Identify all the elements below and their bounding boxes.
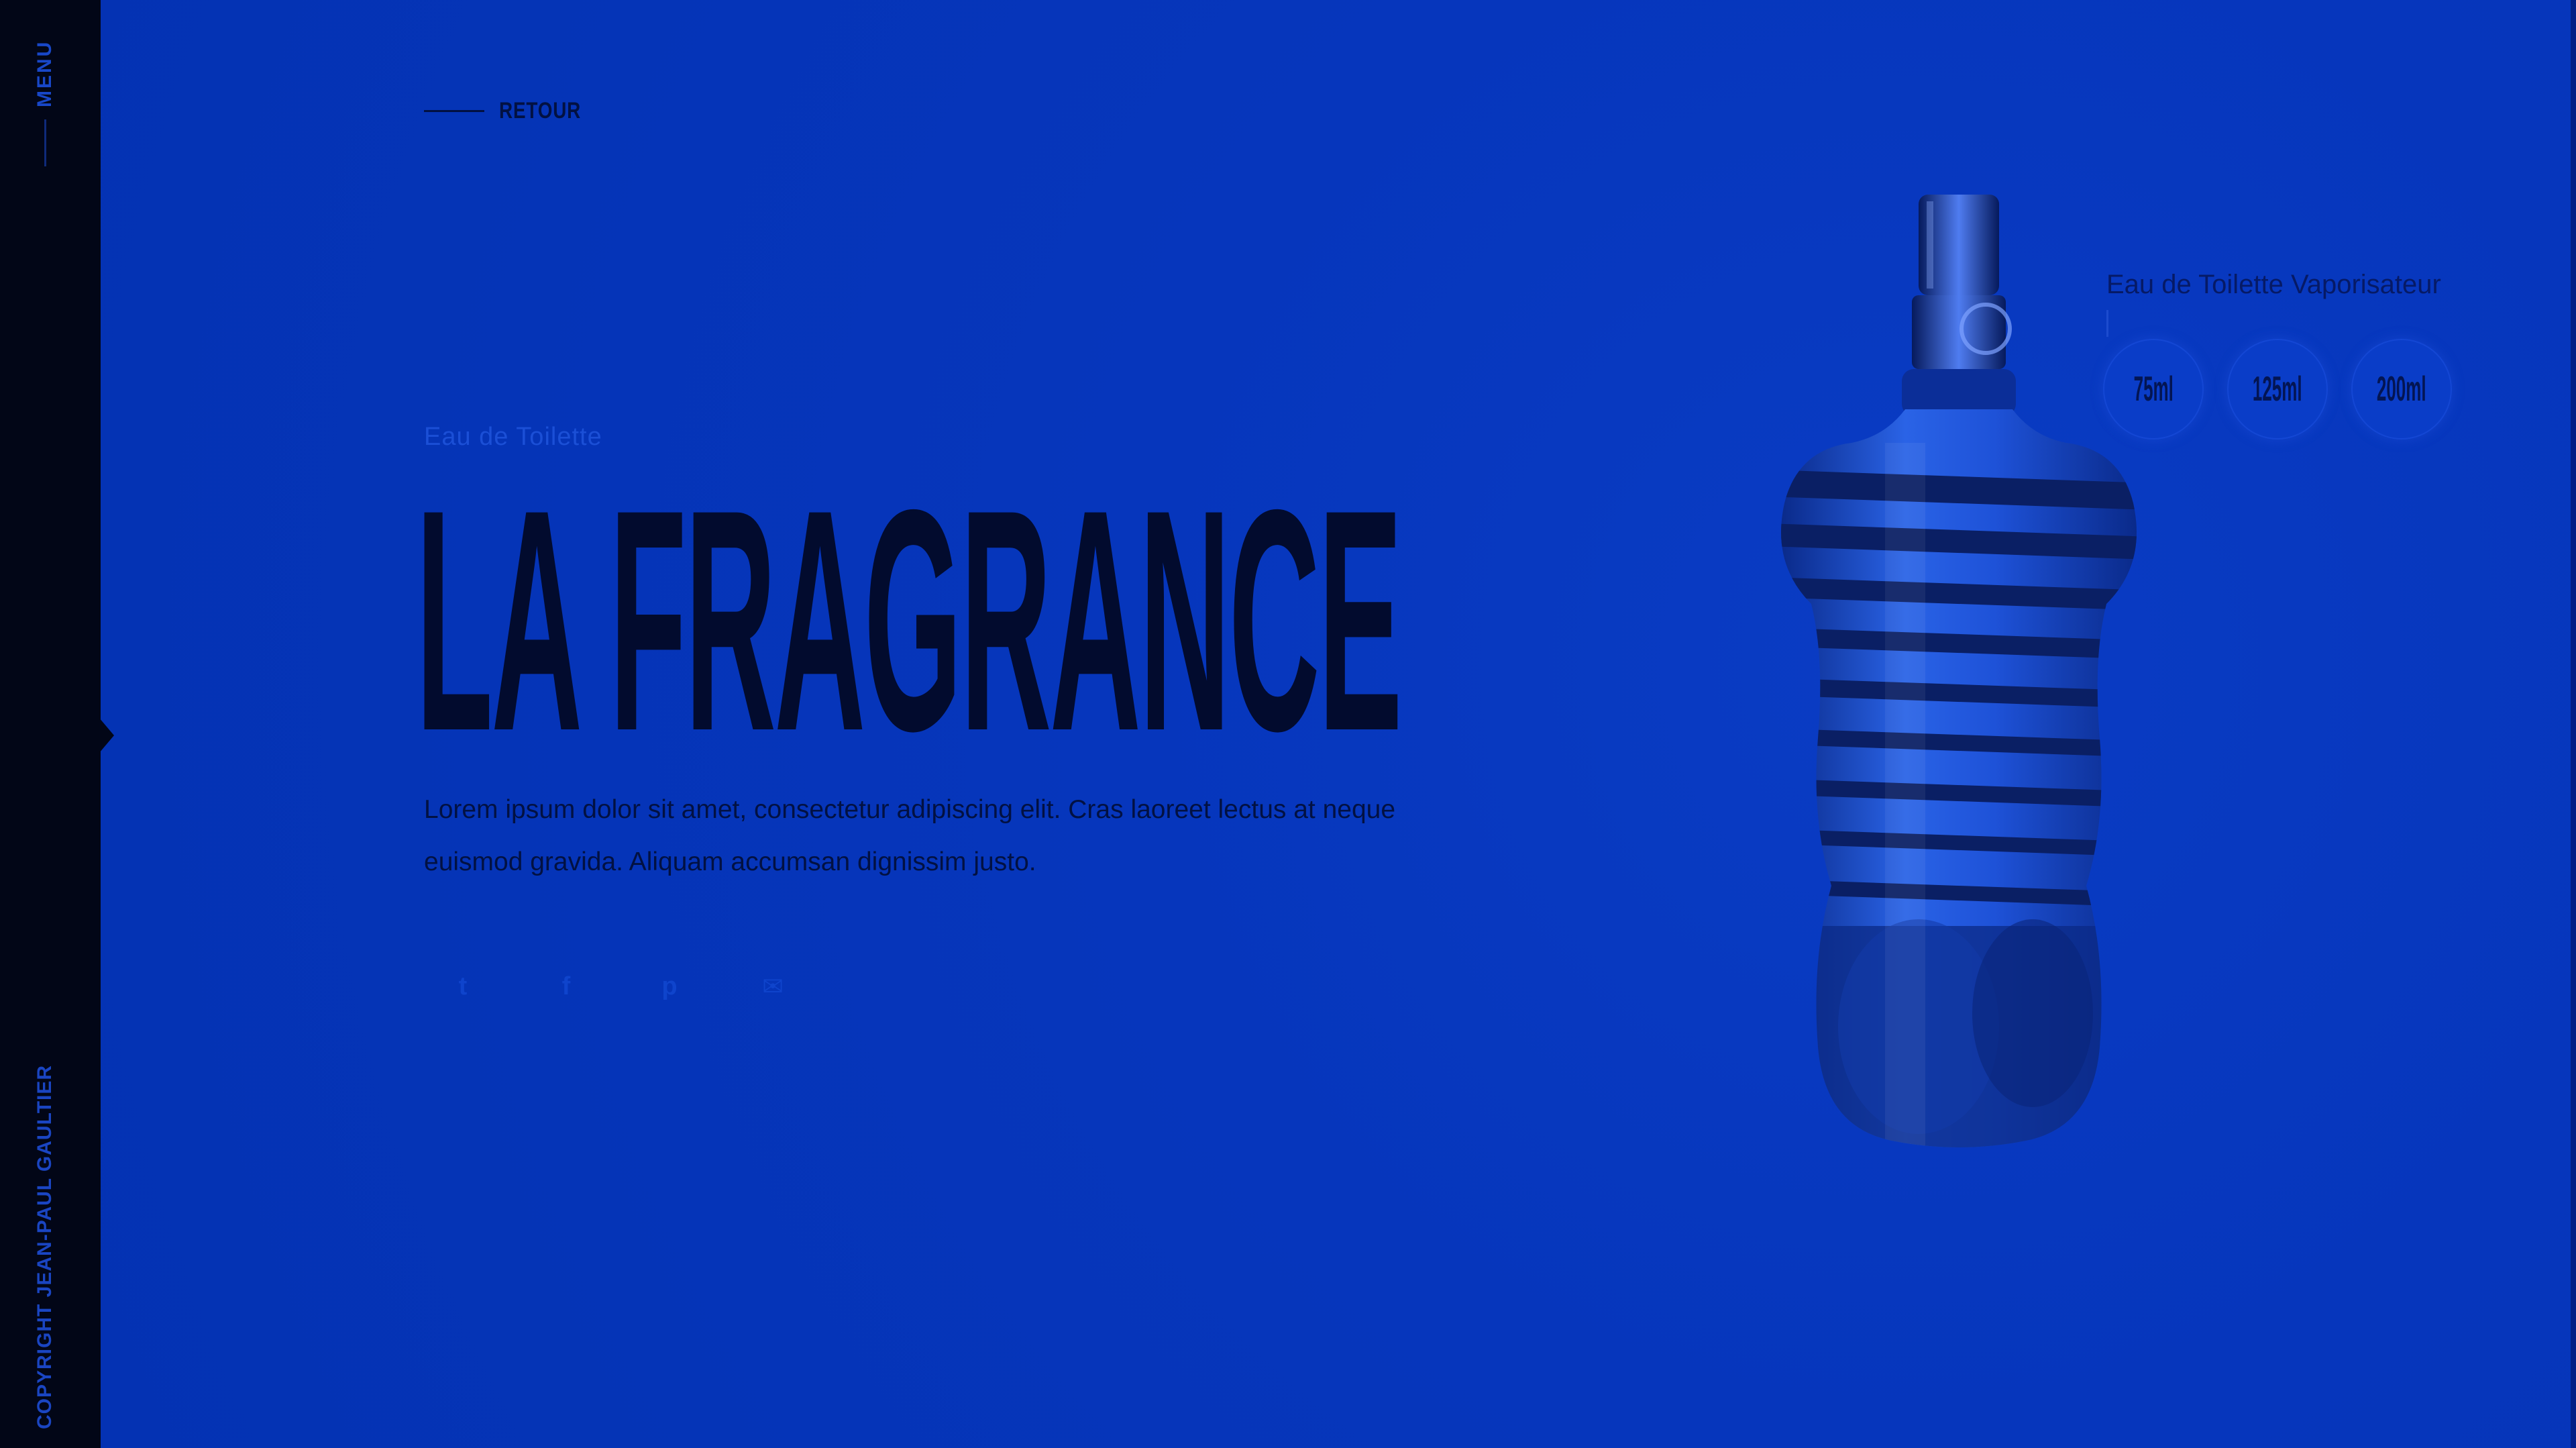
size-label: 200ml	[2377, 370, 2426, 409]
product-image	[1781, 195, 2137, 1147]
back-label: RETOUR	[499, 98, 582, 123]
size-option-125ml[interactable]: 125ml	[2227, 339, 2328, 439]
side-rail: MENU COPYRIGHT JEAN-PAUL GAULTIER	[0, 0, 101, 1448]
size-label: 75ml	[2133, 370, 2174, 409]
sizes-rule	[2106, 310, 2108, 337]
page-title: LA FRAGRANCE	[416, 444, 1403, 796]
size-options: 75ml 125ml 200ml	[2103, 339, 2452, 439]
menu-button[interactable]: MENU	[34, 40, 56, 107]
size-option-75ml[interactable]: 75ml	[2103, 339, 2204, 439]
share-icons: t f p ✉	[448, 972, 788, 1001]
right-edge	[2571, 0, 2576, 1448]
rail-indicator	[99, 718, 114, 753]
back-line	[424, 110, 484, 112]
size-option-200ml[interactable]: 200ml	[2351, 339, 2452, 439]
sizes-title: Eau de Toilette Vaporisateur	[2106, 270, 2441, 299]
hero-description: Lorem ipsum dolor sit amet, consectetur …	[424, 795, 1396, 876]
pinterest-icon[interactable]: p	[655, 972, 684, 1001]
back-link[interactable]: RETOUR	[424, 98, 599, 124]
twitter-icon[interactable]: t	[448, 972, 478, 1001]
menu-line	[44, 119, 46, 166]
facebook-icon[interactable]: f	[551, 972, 581, 1001]
email-icon[interactable]: ✉	[758, 972, 788, 1001]
copyright-text: COPYRIGHT JEAN-PAUL GAULTIER	[34, 1064, 56, 1429]
product-page: MENU COPYRIGHT JEAN-PAUL GAULTIER RETOUR…	[0, 0, 2576, 1448]
size-label: 125ml	[2253, 370, 2302, 409]
